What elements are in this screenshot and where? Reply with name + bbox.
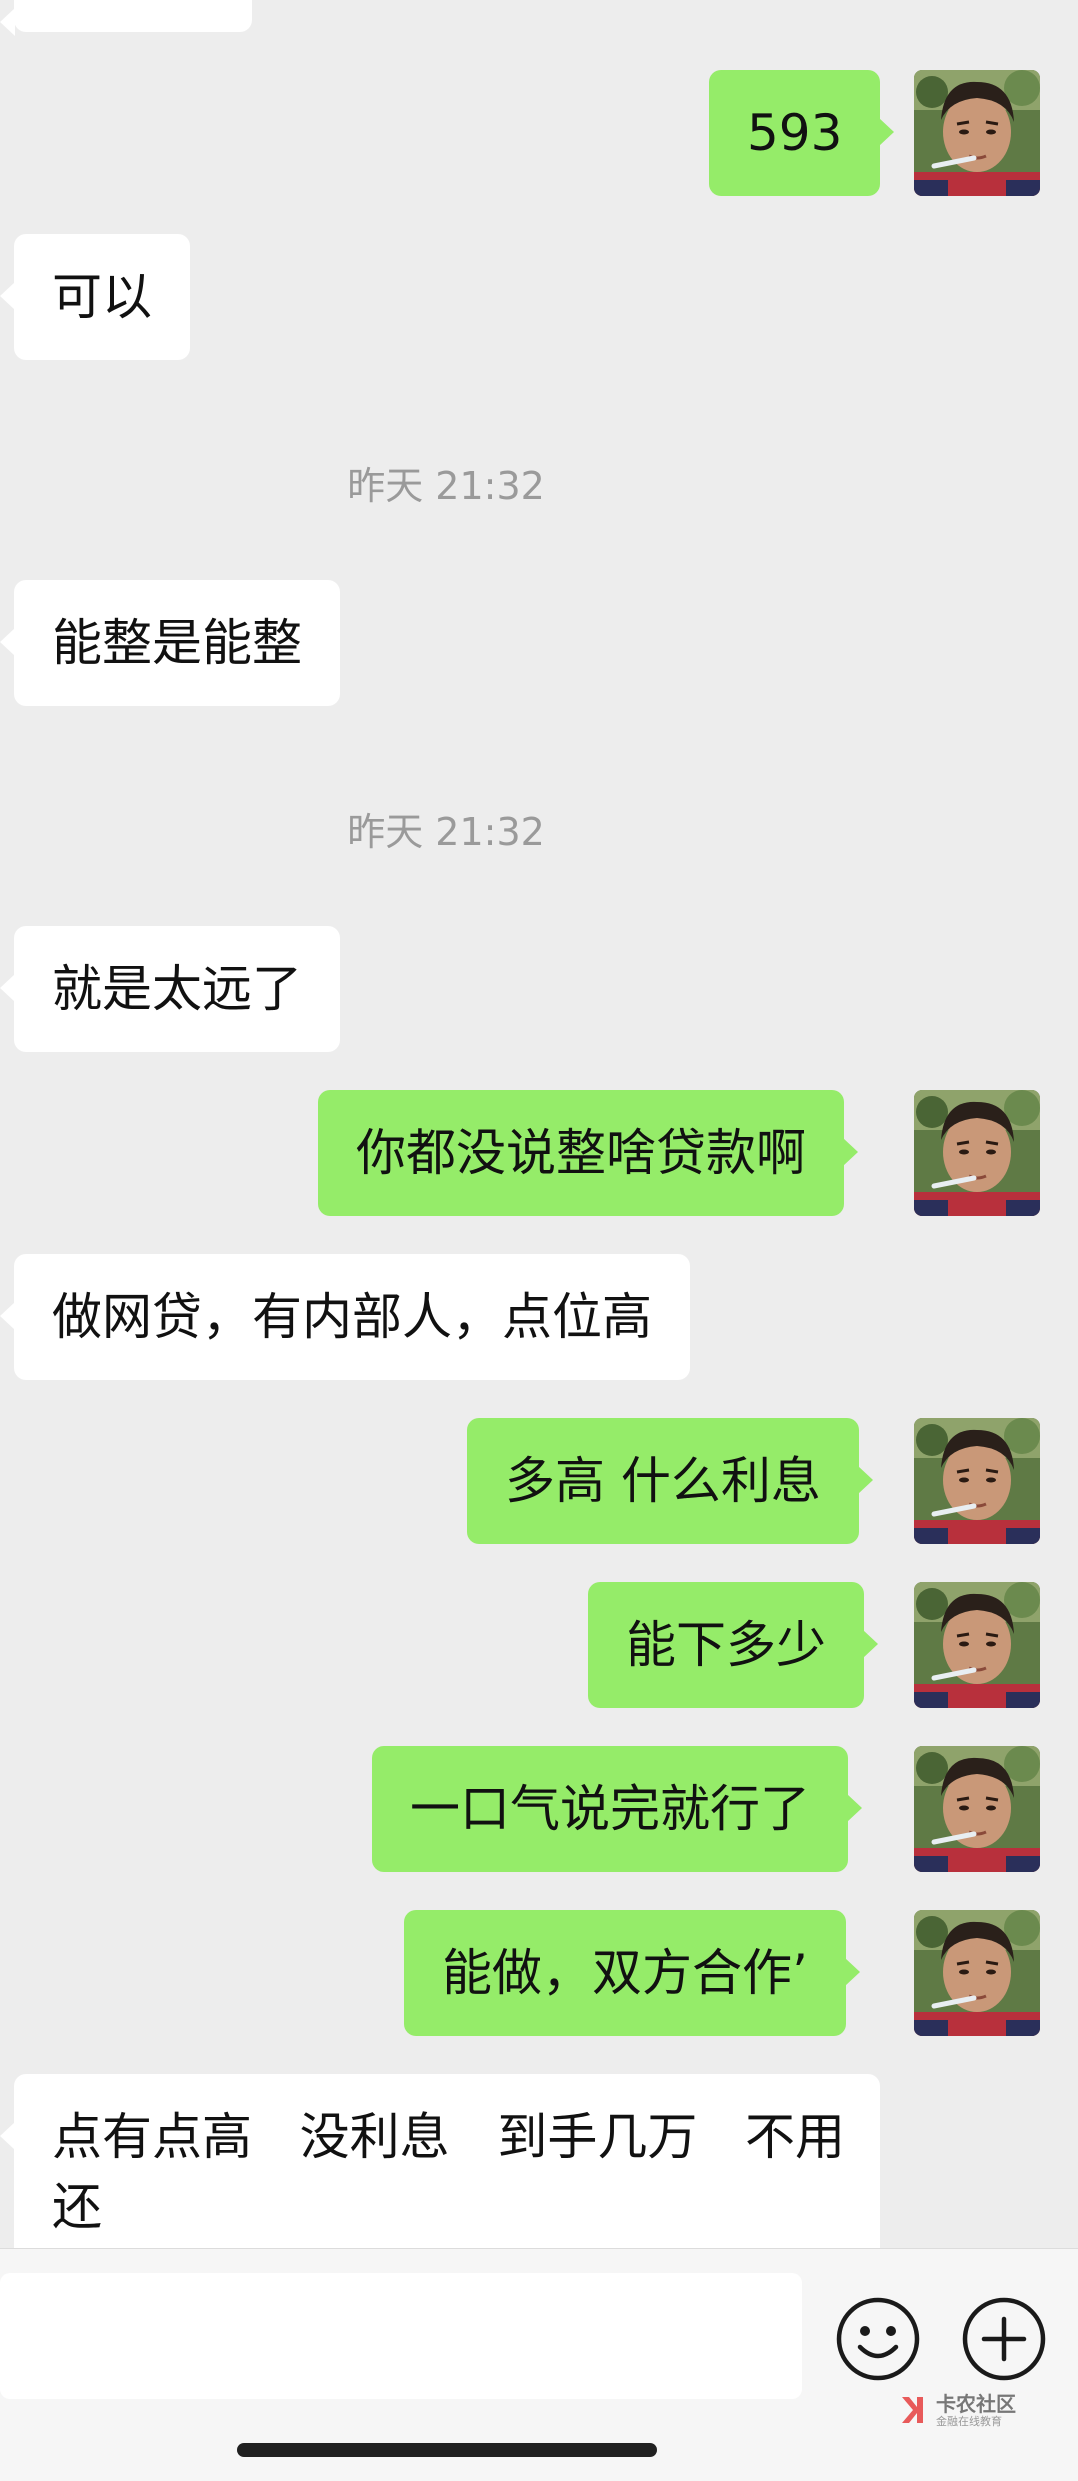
- avatar[interactable]: [914, 1582, 1040, 1708]
- message-bubble-incoming-partial[interactable]: [0, 0, 252, 36]
- avatar[interactable]: [914, 1910, 1040, 2036]
- message-text-line: 点有点高 没利息 到手几万 不用: [52, 2108, 846, 2166]
- chat-area[interactable]: 593 可以 昨天 21:32 能整是能整 昨天 21:32 就是太远了 你都没…: [0, 0, 1078, 2248]
- message-bubble-incoming[interactable]: 就是太远了: [0, 926, 340, 1052]
- message-bubble-outgoing[interactable]: 593: [709, 70, 895, 196]
- emoji-icon[interactable]: [834, 2295, 922, 2383]
- message-text: 一口气说完就行了: [410, 1780, 810, 1838]
- message-bubble-incoming[interactable]: 可以: [0, 234, 190, 360]
- message-text-line: 还: [52, 2178, 102, 2236]
- home-indicator[interactable]: [237, 2443, 657, 2457]
- message-bubble-outgoing[interactable]: 多高 什么利息: [467, 1418, 873, 1544]
- message-input[interactable]: [0, 2273, 802, 2399]
- message-bubble-incoming[interactable]: 能整是能整: [0, 580, 340, 706]
- avatar[interactable]: [914, 1746, 1040, 1872]
- message-text: 能下多少: [626, 1616, 826, 1674]
- message-bubble-outgoing[interactable]: 能做，双方合作’: [404, 1910, 860, 2036]
- message-bubble-outgoing[interactable]: 你都没说整啥贷款啊: [318, 1090, 858, 1216]
- message-text: 你都没说整啥贷款啊: [356, 1124, 806, 1182]
- message-bubble-outgoing[interactable]: 一口气说完就行了: [372, 1746, 862, 1872]
- message-bubble-incoming[interactable]: 点有点高 没利息 到手几万 不用 还: [0, 2074, 880, 2248]
- message-text: 多高 什么利息: [505, 1452, 821, 1510]
- avatar[interactable]: [914, 70, 1040, 196]
- message-text: 能做，双方合作’: [442, 1944, 808, 2002]
- message-text: 能整是能整: [52, 614, 302, 672]
- watermark: 卡农社区 金融在线教育: [898, 2388, 1016, 2432]
- message-text: 就是太远了: [52, 960, 302, 1018]
- message-text: 做网贷，有内部人，点位高: [52, 1288, 652, 1346]
- watermark-logo-icon: [902, 2397, 923, 2423]
- message-bubble-incoming[interactable]: 做网贷，有内部人，点位高: [0, 1254, 690, 1380]
- avatar[interactable]: [914, 1090, 1040, 1216]
- avatar[interactable]: [914, 1418, 1040, 1544]
- watermark-subtitle: 金融在线教育: [936, 2414, 1002, 2428]
- timestamp: 昨天 21:32: [347, 810, 545, 854]
- timestamp: 昨天 21:32: [347, 464, 545, 508]
- plus-icon[interactable]: [960, 2295, 1048, 2383]
- watermark-title: 卡农社区: [936, 2391, 1016, 2416]
- message-text: 可以: [52, 268, 152, 326]
- message-text: 593: [747, 104, 843, 162]
- message-bubble-outgoing[interactable]: 能下多少: [588, 1582, 878, 1708]
